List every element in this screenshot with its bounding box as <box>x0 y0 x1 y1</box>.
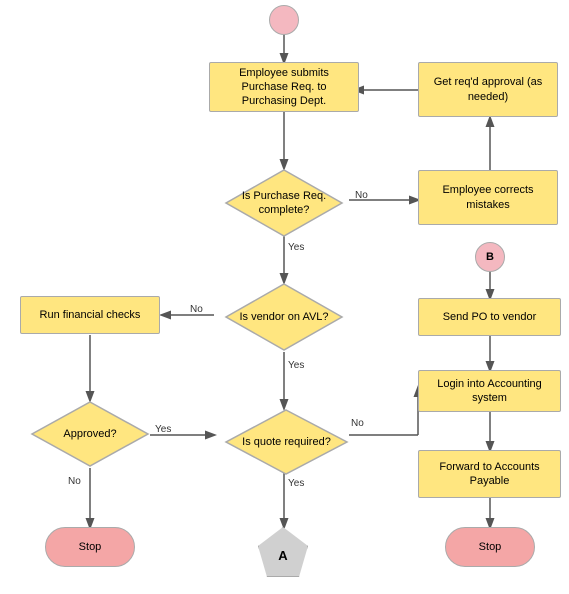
start-node <box>269 5 299 35</box>
circle-b-node: B <box>475 242 505 272</box>
get-approval-node: Get req'd approval (as needed) <box>418 62 558 117</box>
forward-ap-node: Forward to Accounts Payable <box>418 450 561 498</box>
send-po-node: Send PO to vendor <box>418 298 561 336</box>
label-no3: No <box>68 476 81 487</box>
employee-submits-node: Employee submits Purchase Req. to Purcha… <box>209 62 359 112</box>
label-no2: No <box>190 304 203 315</box>
run-financial-node: Run financial checks <box>20 296 160 334</box>
label-no4: No <box>351 418 364 429</box>
label-yes3: Yes <box>155 424 171 435</box>
label-no1: No <box>355 190 368 201</box>
label-yes4: Yes <box>288 478 304 489</box>
stop-left-node: Stop <box>45 527 135 567</box>
is-quote-diamond: Is quote required? <box>224 408 349 476</box>
approved-diamond: Approved? <box>30 400 150 468</box>
is-vendor-avl-diamond: Is vendor on AVL? <box>224 282 344 352</box>
label-yes2: Yes <box>288 360 304 371</box>
stop-right-node: Stop <box>445 527 535 567</box>
is-quote-label: Is quote required? <box>224 408 349 476</box>
is-complete-label: Is Purchase Req. complete? <box>224 168 344 238</box>
is-complete-diamond: Is Purchase Req. complete? <box>224 168 344 238</box>
pentagon-a-node: A <box>258 527 308 577</box>
label-yes1: Yes <box>288 242 304 253</box>
flowchart: Employee submits Purchase Req. to Purcha… <box>0 0 569 594</box>
is-vendor-avl-label: Is vendor on AVL? <box>224 282 344 352</box>
login-accounting-node: Login into Accounting system <box>418 370 561 412</box>
employee-corrects-node: Employee corrects mistakes <box>418 170 558 225</box>
approved-label: Approved? <box>30 400 150 468</box>
